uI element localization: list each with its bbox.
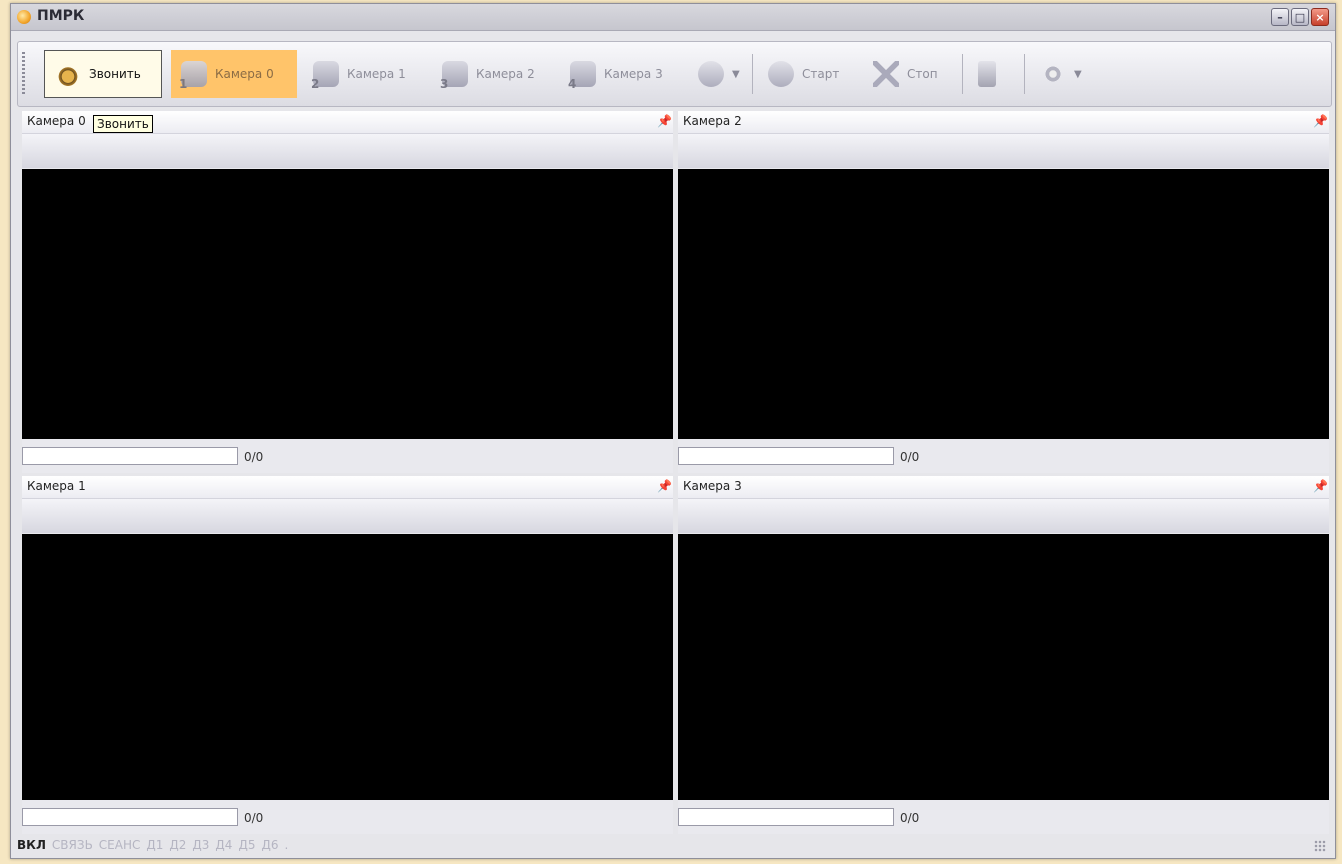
settings-dropdown[interactable]: ▼ (1030, 50, 1100, 98)
camera-3-icon: 3 (440, 61, 468, 91)
camera-panel-3: Камера 3 📌 0/0 (678, 476, 1329, 834)
status-d3: Д3 (192, 838, 210, 852)
camera-panel-1: Камера 1 📌 0/0 (22, 476, 673, 834)
window-title: ПМРК (37, 8, 85, 24)
progress-bar (678, 808, 894, 826)
stop-label: Стоп (907, 67, 938, 81)
camera-panel-0: Камера 0 📌 0/0 (22, 111, 673, 473)
status-dot: . (284, 838, 289, 852)
start-button[interactable]: Старт (758, 50, 858, 98)
start-label: Старт (802, 67, 840, 81)
video-area[interactable] (22, 534, 673, 800)
stop-button[interactable]: Стоп (863, 50, 958, 98)
pin-icon[interactable]: 📌 (657, 114, 672, 128)
pin-icon[interactable]: 📌 (657, 479, 672, 493)
panel-footer: 0/0 (678, 439, 1329, 473)
status-link: СВЯЗЬ (51, 838, 93, 852)
play-icon (768, 61, 794, 87)
video-area[interactable] (678, 534, 1329, 800)
resize-grip[interactable] (1314, 840, 1326, 852)
progress-bar (678, 447, 894, 465)
panel-header: Камера 3 📌 (678, 476, 1329, 499)
status-bar: ВКЛ СВЯЗЬ СЕАНС Д1 Д2 Д3 Д4 Д5 Д6 . (17, 834, 1330, 856)
status-d2: Д2 (169, 838, 187, 852)
camera-3-label: Камера 3 (604, 67, 663, 81)
panel-title: Камера 3 (683, 479, 742, 493)
panel-footer: 0/0 (22, 800, 673, 834)
toolbar-separator (1024, 54, 1025, 94)
record-button[interactable] (968, 50, 1016, 98)
frame-counter: 0/0 (244, 450, 264, 464)
camera-4-icon: 4 (568, 61, 596, 91)
storage-icon (978, 61, 996, 87)
status-d1: Д1 (146, 838, 164, 852)
panel-subheader (22, 499, 673, 533)
panel-footer: 0/0 (678, 800, 1329, 834)
panel-title: Камера 2 (683, 114, 742, 128)
panel-header: Камера 1 📌 (22, 476, 673, 499)
title-bar[interactable]: ПМРК – □ × (11, 4, 1335, 31)
stop-x-icon (873, 61, 899, 87)
frame-counter: 0/0 (900, 811, 920, 825)
call-button[interactable]: Звонить (44, 50, 162, 98)
minimize-icon[interactable]: – (1271, 8, 1289, 26)
camera-menu-icon (698, 61, 724, 87)
toolbar-separator (962, 54, 963, 94)
panel-subheader (678, 499, 1329, 533)
toolbar: Звонить 1 Камера 0 2 Камера 1 3 Камера 2… (17, 41, 1332, 107)
status-d6: Д6 (261, 838, 279, 852)
toolbar-separator (752, 54, 753, 94)
camera-1-icon: 1 (179, 61, 207, 91)
camera-0-label: Камера 0 (215, 67, 274, 81)
chevron-down-icon: ▼ (1074, 68, 1082, 80)
camera-1-button[interactable]: 2 Камера 1 (303, 50, 431, 98)
call-button-label: Звонить (89, 67, 141, 81)
progress-bar (22, 447, 238, 465)
video-area[interactable] (22, 169, 673, 439)
panel-title: Камера 0 (27, 114, 86, 128)
camera-1-label: Камера 1 (347, 67, 406, 81)
main-window: ПМРК – □ × Звонить 1 Камера 0 2 Камера 1… (10, 3, 1336, 859)
camera-2-icon: 2 (311, 61, 339, 91)
pin-icon[interactable]: 📌 (1313, 479, 1328, 493)
frame-counter: 0/0 (244, 811, 264, 825)
status-d5: Д5 (238, 838, 256, 852)
progress-bar (22, 808, 238, 826)
status-d4: Д4 (215, 838, 233, 852)
chevron-down-icon: ▼ (732, 68, 740, 80)
pin-icon[interactable]: 📌 (1313, 114, 1328, 128)
panel-header: Камера 2 📌 (678, 111, 1329, 134)
panel-subheader (678, 134, 1329, 168)
camera-0-button[interactable]: 1 Камера 0 (171, 50, 297, 98)
camera-menu-dropdown[interactable]: ▼ (688, 50, 750, 98)
panel-footer: 0/0 (22, 439, 673, 473)
video-area[interactable] (678, 169, 1329, 439)
panel-title: Камера 1 (27, 479, 86, 493)
status-on: ВКЛ (17, 838, 46, 852)
camera-2-button[interactable]: 3 Камера 2 (432, 50, 560, 98)
maximize-icon[interactable]: □ (1291, 8, 1309, 26)
camera-panel-2: Камера 2 📌 0/0 (678, 111, 1329, 473)
status-session: СЕАНС (98, 838, 141, 852)
phone-icon (55, 61, 81, 87)
camera-2-label: Камера 2 (476, 67, 535, 81)
tooltip: Звонить (93, 115, 153, 133)
camera-3-button[interactable]: 4 Камера 3 (560, 50, 688, 98)
app-icon (17, 10, 31, 24)
toolbar-grip[interactable] (22, 52, 25, 96)
frame-counter: 0/0 (900, 450, 920, 464)
panel-subheader (22, 134, 673, 168)
close-icon[interactable]: × (1311, 8, 1329, 26)
settings-icon (1040, 61, 1066, 87)
